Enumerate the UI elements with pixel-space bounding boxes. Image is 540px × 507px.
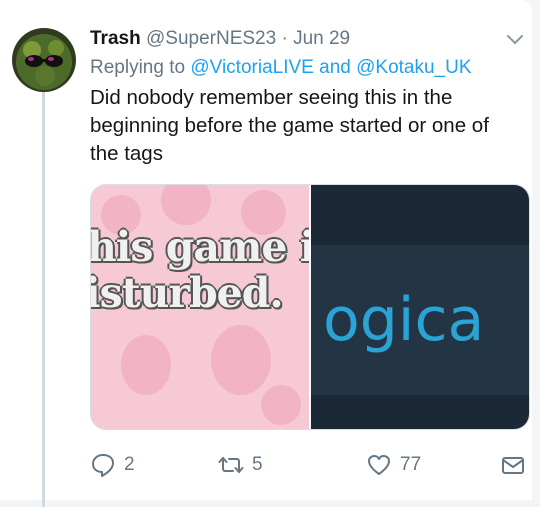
- reply-icon: [92, 454, 114, 477]
- thread-line: [42, 90, 45, 507]
- avatar-image: [12, 28, 76, 92]
- heart-icon: [368, 455, 390, 475]
- tweet-content: Trash @SuperNES23 · Jun 29 Replying to @…: [90, 26, 530, 168]
- image-caption-line-2: isturbed.: [91, 269, 284, 317]
- tweet-actions: 2 5 77: [90, 452, 530, 480]
- like-count: 77: [400, 454, 422, 475]
- reply-count: 2: [124, 454, 135, 475]
- tweet-header: Trash @SuperNES23 · Jun 29: [90, 26, 530, 52]
- replying-prefix: Replying to: [90, 57, 186, 78]
- user-handle[interactable]: @SuperNES23: [146, 28, 276, 49]
- envelope-icon: [502, 457, 524, 474]
- media-image-right[interactable]: ogica: [311, 185, 529, 429]
- media-image-left[interactable]: his game i isturbed.: [91, 185, 309, 429]
- reply-and[interactable]: and: [319, 57, 351, 78]
- like-button[interactable]: 77: [366, 452, 421, 478]
- tweet-date[interactable]: Jun 29: [293, 28, 350, 49]
- direct-message-button[interactable]: [500, 452, 526, 478]
- reply-user-link-2[interactable]: @Kotaku_UK: [356, 57, 471, 78]
- replying-to: Replying to @VictoriaLIVE and @Kotaku_UK: [90, 55, 530, 81]
- display-name[interactable]: Trash: [90, 28, 141, 49]
- image-word: ogica: [323, 285, 485, 355]
- tweet-text: Did nobody remember seeing this in the b…: [90, 86, 489, 165]
- retweet-count: 5: [252, 454, 263, 475]
- separator-dot: ·: [281, 28, 288, 49]
- media-gallery[interactable]: his game i isturbed. ogica: [90, 184, 530, 430]
- avatar[interactable]: [12, 28, 76, 92]
- tweet-card[interactable]: Trash @SuperNES23 · Jun 29 Replying to @…: [0, 0, 532, 507]
- reply-button[interactable]: 2: [90, 452, 135, 478]
- image-caption-line-1: his game i: [91, 223, 309, 271]
- retweet-icon: [218, 457, 244, 473]
- chevron-down-icon[interactable]: [503, 28, 527, 52]
- reply-user-link-1[interactable]: @VictoriaLIVE: [190, 57, 314, 78]
- retweet-button[interactable]: 5: [218, 452, 263, 478]
